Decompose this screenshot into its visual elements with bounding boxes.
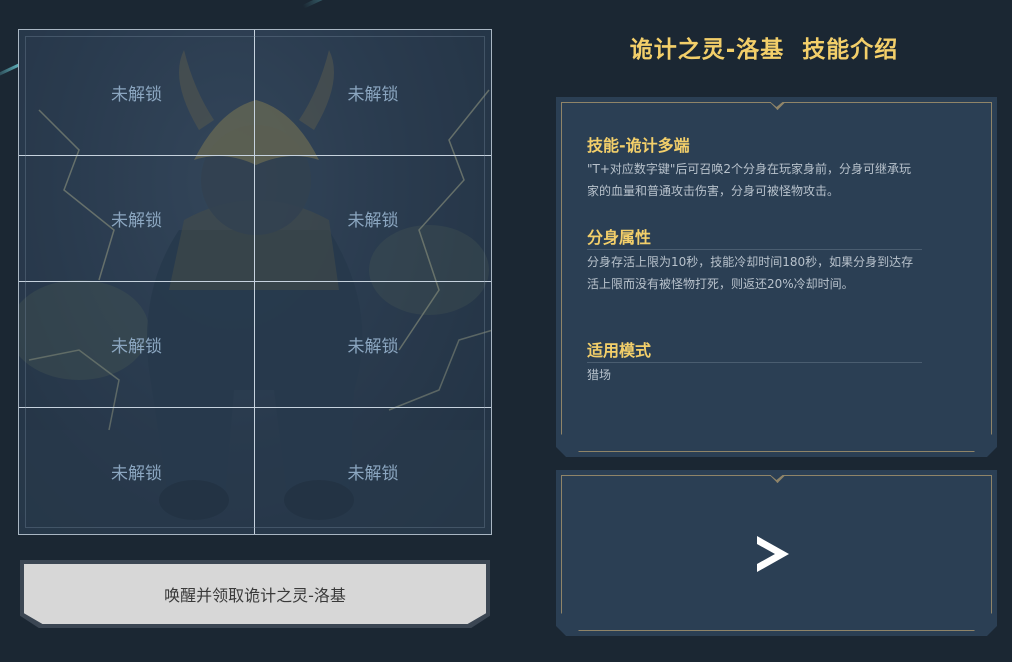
skill-title: 适用模式 (587, 337, 922, 363)
play-icon[interactable] (753, 534, 793, 574)
hero-puzzle: 未解锁 未解锁 未解锁 未解锁 未解锁 未解锁 未解锁 未解锁 (18, 29, 492, 535)
background-light-streak (0, 63, 20, 80)
claim-hero-button-label: 唤醒并领取诡计之灵-洛基 (24, 564, 486, 624)
page-title: 诡计之灵-洛基 技能介绍 (629, 37, 899, 63)
skill-description: 猎场 (587, 368, 612, 382)
skill-description: "T+对应数字键"后可召唤2个分身在玩家身前，分身可继承玩家的血量和普通攻击伤害… (587, 162, 912, 198)
skill-section: 适用模式 猎场 (587, 337, 922, 386)
background-light-streak (302, 0, 368, 9)
skill-video-panel[interactable] (556, 470, 997, 636)
skill-title: 分身属性 (587, 224, 922, 250)
claim-hero-button[interactable]: 唤醒并领取诡计之灵-洛基 (20, 560, 490, 628)
skill-description: 分身存活上限为10秒，技能冷却时间180秒，如果分身到达存活上限而没有被怪物打死… (587, 255, 914, 291)
skill-title: 技能-诡计多端 (587, 136, 690, 155)
skill-section: 技能-诡计多端 "T+对应数字键"后可召唤2个分身在玩家身前，分身可继承玩家的血… (587, 132, 922, 202)
skill-section: 分身属性 分身存活上限为10秒，技能冷却时间180秒，如果分身到达存活上限而没有… (587, 224, 922, 295)
skill-panel: 技能-诡计多端 "T+对应数字键"后可召唤2个分身在玩家身前，分身可继承玩家的血… (556, 97, 997, 457)
puzzle-inner-frame (25, 36, 485, 528)
